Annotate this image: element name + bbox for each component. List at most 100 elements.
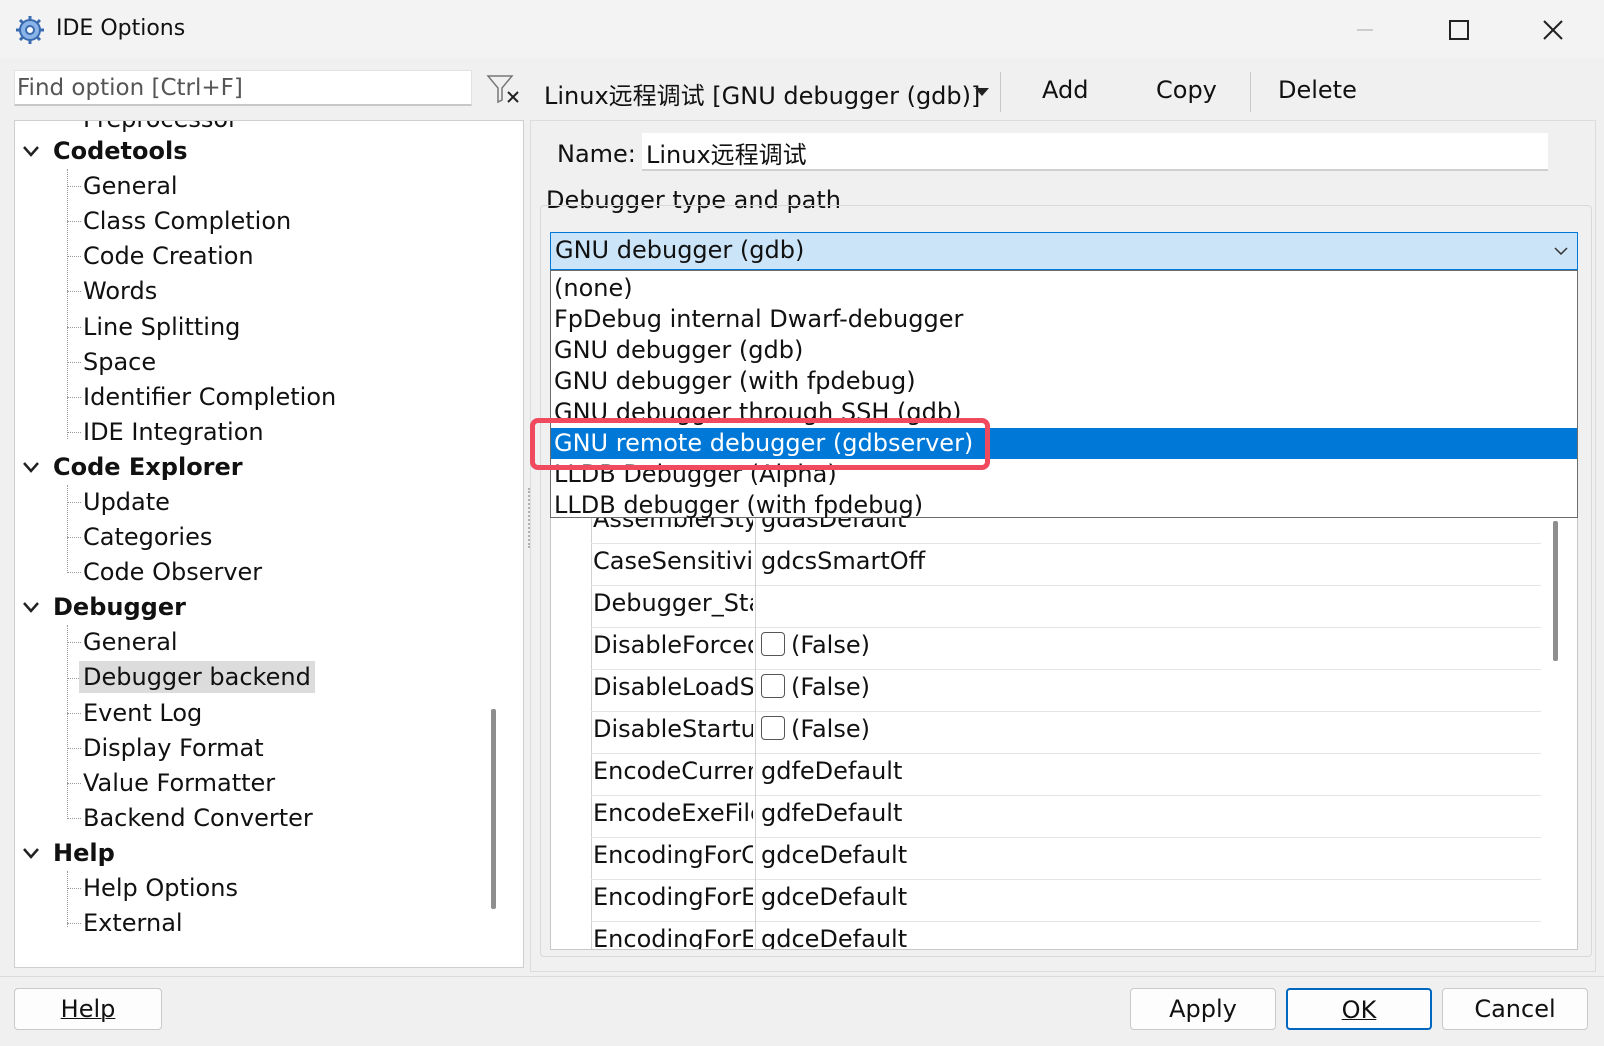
property-name: EncodeCurrentDir bbox=[593, 757, 753, 785]
property-value[interactable]: (False) bbox=[761, 715, 870, 743]
tree-item-categories[interactable]: Categories bbox=[83, 521, 212, 553]
tree-item-codetools-general[interactable]: General bbox=[83, 170, 178, 202]
name-field[interactable]: Linux远程调试 bbox=[642, 133, 1548, 171]
property-value-text: gdfeDefault bbox=[761, 799, 903, 827]
property-row[interactable]: DisableStartupShell (False) bbox=[591, 711, 1541, 754]
property-name: DisableLoadSymbols bbox=[593, 673, 753, 701]
dropdown-option[interactable]: GNU debugger (with fpdebug) bbox=[551, 366, 1577, 397]
tree-item-update[interactable]: Update bbox=[83, 486, 170, 518]
property-name: EncodingForCurrentDir bbox=[593, 841, 753, 869]
tree-category-help[interactable]: Help bbox=[53, 837, 115, 869]
tree-item-space[interactable]: Space bbox=[83, 346, 156, 378]
copy-button[interactable]: Copy bbox=[1156, 76, 1217, 104]
dropdown-triangle-icon[interactable] bbox=[974, 86, 990, 98]
property-row[interactable]: Debugger_Startup bbox=[591, 585, 1541, 628]
clear-filter-button[interactable] bbox=[480, 72, 524, 106]
help-button[interactable]: Help bbox=[14, 988, 162, 1030]
property-row[interactable]: EncodingForEnvironment gdceDefault bbox=[591, 921, 1541, 950]
cancel-button[interactable]: Cancel bbox=[1442, 988, 1588, 1030]
maximize-icon bbox=[1449, 20, 1469, 40]
debugger-type-combobox[interactable]: GNU debugger (gdb) bbox=[550, 232, 1578, 270]
search-input[interactable]: Find option [Ctrl+F] bbox=[14, 70, 472, 106]
property-checkbox[interactable] bbox=[761, 716, 785, 740]
property-value-text: gdfeDefault bbox=[761, 757, 903, 785]
property-row[interactable]: EncodeExeFile gdfeDefault bbox=[591, 795, 1541, 838]
tree-item-line-splitting[interactable]: Line Splitting bbox=[83, 311, 240, 343]
tree-category-code-explorer[interactable]: Code Explorer bbox=[53, 451, 243, 483]
property-value[interactable]: (False) bbox=[761, 631, 870, 659]
property-value[interactable]: (False) bbox=[761, 673, 870, 701]
property-value[interactable]: gdfeDefault bbox=[761, 799, 902, 827]
chevron-down-icon[interactable] bbox=[21, 597, 41, 617]
tree-item-debugger-backend[interactable]: Debugger backend bbox=[79, 661, 315, 693]
tree-item-ide-integration[interactable]: IDE Integration bbox=[83, 416, 264, 448]
ok-button-label: OK bbox=[1341, 996, 1377, 1024]
tree-item-display-format[interactable]: Display Format bbox=[83, 732, 264, 764]
tree-category-codetools[interactable]: Codetools bbox=[53, 135, 188, 167]
tree-item-external[interactable]: External bbox=[83, 907, 183, 939]
property-row[interactable]: DisableLoadSymbols (False) bbox=[591, 669, 1541, 712]
title-bar: IDE Options bbox=[0, 0, 1604, 58]
property-value-text: (False) bbox=[791, 631, 870, 659]
property-name: EncodingForEnvironment bbox=[593, 925, 753, 950]
tree-category-debugger[interactable]: Debugger bbox=[53, 591, 186, 623]
property-row[interactable]: EncodingForCurrentDir gdceDefault bbox=[591, 837, 1541, 880]
property-name: CaseSensitivity bbox=[593, 547, 753, 575]
property-value-text: gdceDefault bbox=[761, 925, 908, 950]
add-button[interactable]: Add bbox=[1042, 76, 1088, 104]
property-row[interactable]: EncodingForExeFile gdceDefault bbox=[591, 879, 1541, 922]
property-value-text: gdcsSmartOff bbox=[761, 547, 926, 575]
dropdown-option[interactable]: GNU debugger (gdb) bbox=[551, 335, 1577, 366]
minimize-button[interactable] bbox=[1342, 10, 1388, 50]
tree-item-identifier-completion[interactable]: Identifier Completion bbox=[83, 381, 336, 413]
tree-item-backend-converter[interactable]: Backend Converter bbox=[83, 802, 313, 834]
tree-item-debugger-general[interactable]: General bbox=[83, 626, 178, 658]
ide-options-window: IDE Options Find option [Ctrl+F] Preproc… bbox=[0, 0, 1604, 1046]
help-button-label: Help bbox=[60, 995, 116, 1023]
property-row[interactable]: CaseSensitivity gdcsSmartOff bbox=[591, 543, 1541, 586]
property-checkbox[interactable] bbox=[761, 674, 785, 698]
property-name: DisableForcedBreakpoint bbox=[593, 631, 753, 659]
tree-item-event-log[interactable]: Event Log bbox=[83, 697, 202, 729]
chevron-down-icon bbox=[1554, 247, 1568, 256]
tree-item-code-creation[interactable]: Code Creation bbox=[83, 240, 254, 272]
name-label: Name: bbox=[557, 140, 636, 168]
tree-scrollbar[interactable] bbox=[491, 709, 496, 909]
property-row[interactable]: EncodeCurrentDir gdfeDefault bbox=[591, 753, 1541, 796]
delete-button[interactable]: Delete bbox=[1278, 76, 1357, 104]
property-checkbox[interactable] bbox=[761, 632, 785, 656]
dropdown-option[interactable]: (none) bbox=[551, 273, 1577, 304]
tree-item-code-observer[interactable]: Code Observer bbox=[83, 556, 262, 588]
chevron-down-icon[interactable] bbox=[21, 457, 41, 477]
chevron-down-icon[interactable] bbox=[21, 843, 41, 863]
tree-item-class-completion[interactable]: Class Completion bbox=[83, 205, 291, 237]
chevron-down-icon[interactable] bbox=[21, 141, 41, 161]
property-row[interactable]: DisableForcedBreakpoint (False) bbox=[591, 627, 1541, 670]
tree-item-value-formatter[interactable]: Value Formatter bbox=[83, 767, 275, 799]
profile-selector[interactable]: Linux远程调试 [GNU debugger (gdb)] bbox=[544, 76, 980, 111]
tree-item-words[interactable]: Words bbox=[83, 275, 157, 307]
property-value-text: (False) bbox=[791, 715, 870, 743]
apply-button[interactable]: Apply bbox=[1130, 988, 1276, 1030]
options-tree[interactable]: Preprocessor Codetools General Class Com… bbox=[14, 120, 524, 968]
tree-item-help-options[interactable]: Help Options bbox=[83, 872, 238, 904]
grid-scrollbar[interactable] bbox=[1553, 521, 1558, 661]
combobox-value: GNU debugger (gdb) bbox=[555, 236, 805, 264]
tree-item-preprocessor[interactable]: Preprocessor bbox=[83, 121, 238, 135]
property-value[interactable]: gdcsSmartOff bbox=[761, 547, 925, 575]
property-value[interactable]: gdceDefault bbox=[761, 925, 908, 950]
dropdown-option[interactable]: LLDB debugger (with fpdebug) bbox=[551, 490, 1577, 521]
dropdown-option[interactable]: FpDebug internal Dwarf-debugger bbox=[551, 304, 1577, 335]
window-title: IDE Options bbox=[56, 16, 186, 41]
property-value[interactable]: gdceDefault bbox=[761, 841, 907, 869]
filter-clear-icon bbox=[486, 75, 519, 104]
close-button[interactable] bbox=[1530, 10, 1576, 50]
ok-button[interactable]: OK bbox=[1286, 988, 1432, 1030]
debugger-type-dropdown[interactable]: (none) FpDebug internal Dwarf-debugger G… bbox=[550, 270, 1578, 521]
minimize-icon bbox=[1357, 29, 1373, 31]
property-value[interactable]: gdfeDefault bbox=[761, 757, 902, 785]
left-panel: Find option [Ctrl+F] Preprocessor Codeto… bbox=[14, 70, 524, 968]
maximize-button[interactable] bbox=[1436, 10, 1482, 50]
property-value[interactable]: gdceDefault bbox=[761, 883, 907, 911]
app-gear-icon bbox=[16, 16, 44, 44]
